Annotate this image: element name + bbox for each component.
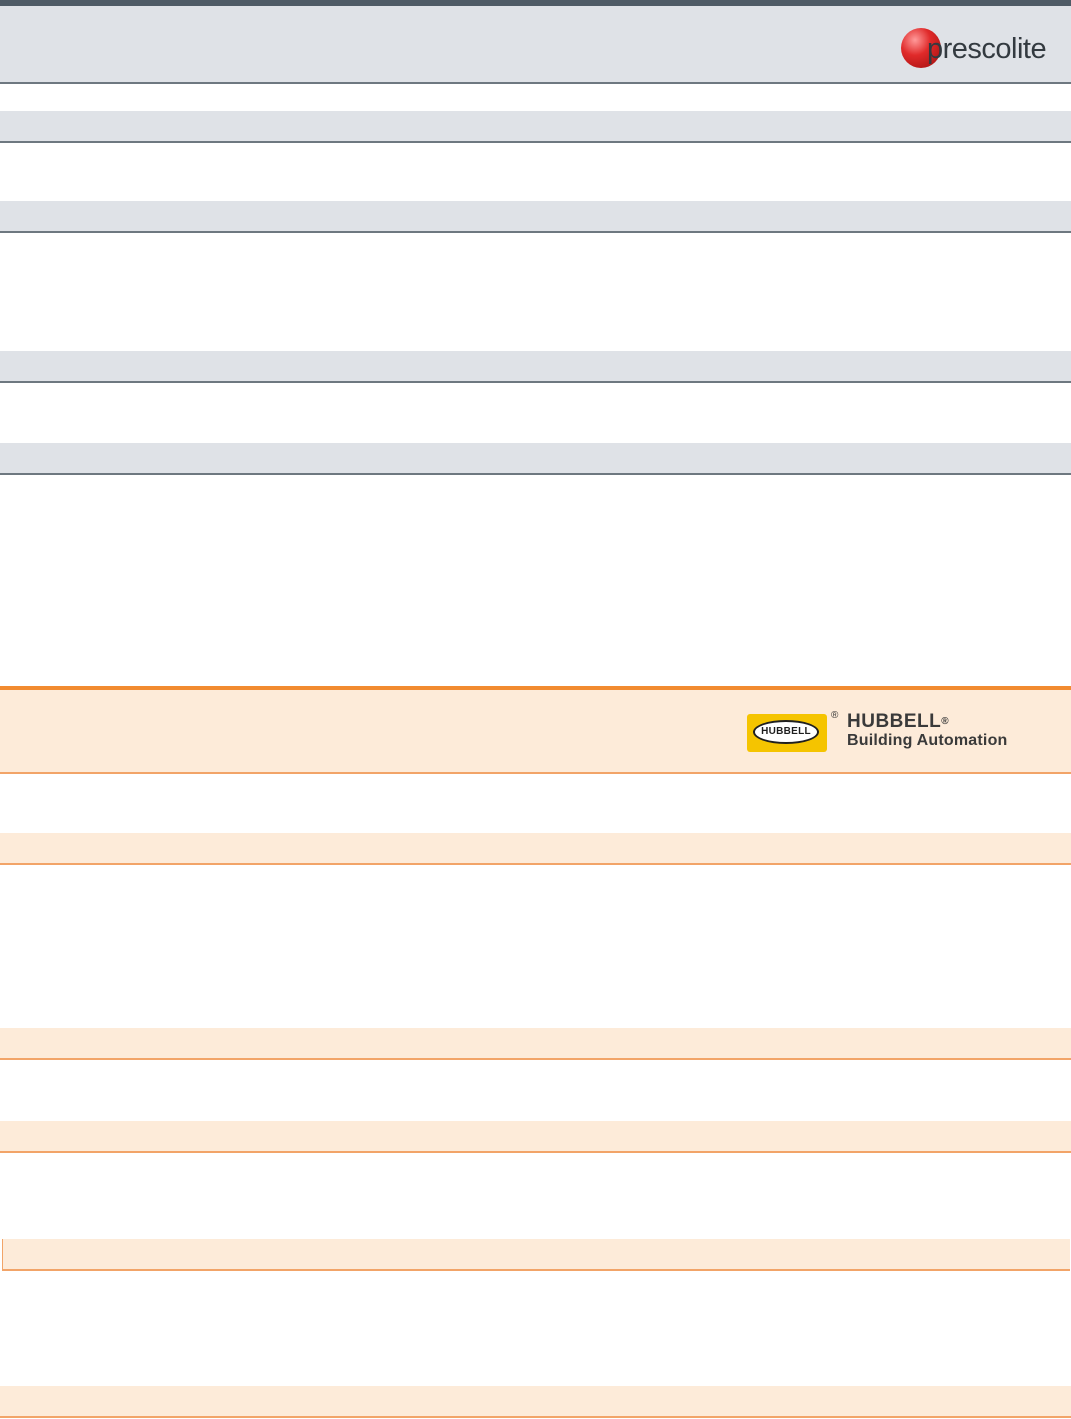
hubbell-wordmark: HUBBELL® — [847, 711, 950, 732]
hubbell-header: HUBBELL ® HUBBELL® Building Automation — [0, 686, 1071, 774]
hubbell-subtitle: Building Automation — [847, 732, 1008, 749]
section-bar-orange-1 — [0, 833, 1071, 865]
hubbell-logo: HUBBELL ® HUBBELL® Building Automation — [747, 710, 1051, 754]
section-bar-orange-3 — [0, 1121, 1071, 1153]
hubbell-badge-text: HUBBELL — [761, 726, 811, 737]
registered-mark: ® — [831, 710, 839, 721]
section-bar-orange-2 — [0, 1028, 1071, 1060]
section-bar-orange-4 — [2, 1239, 1070, 1271]
prescolite-logo: prescolite — [901, 24, 1051, 76]
section-bar-orange-5 — [0, 1386, 1071, 1418]
section-bar-gray-1 — [0, 111, 1071, 143]
section-bar-gray-3 — [0, 351, 1071, 383]
hubbell-logo-icon: HUBBELL — [747, 714, 827, 752]
section-bar-gray-2 — [0, 201, 1071, 233]
hubbell-name-mark: ® — [941, 716, 950, 727]
prescolite-header: prescolite — [0, 6, 1071, 84]
section-bar-gray-4 — [0, 443, 1071, 475]
document-page: prescolite HUBBELL ® HUBBELL® Building A… — [0, 0, 1071, 1419]
prescolite-wordmark: prescolite — [927, 33, 1047, 65]
